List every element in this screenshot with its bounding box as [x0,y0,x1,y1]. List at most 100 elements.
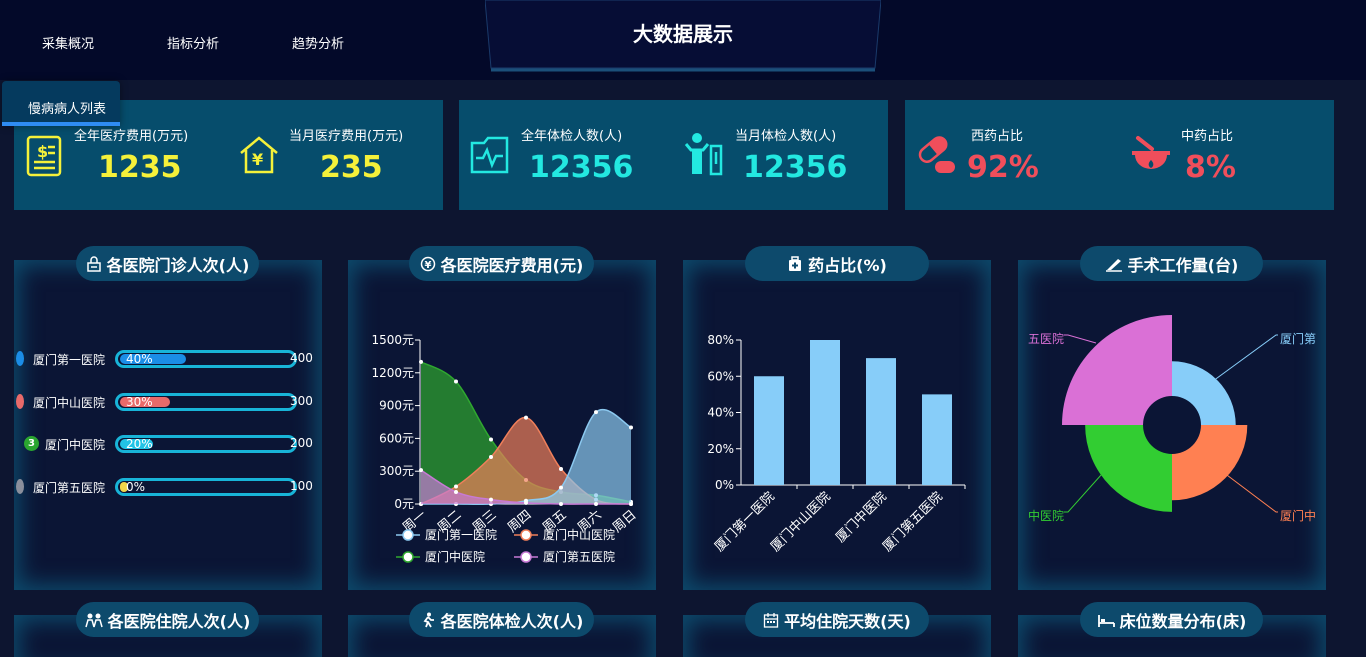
legend-label: 厦门第五医院 [543,549,615,564]
panel-title-checkup: 各医院体检人次(人) [409,602,594,637]
y-tick-label: 0% [715,478,734,492]
legend-marker [520,551,532,563]
data-point [559,467,563,472]
sector-label: 五医院 [1028,332,1064,346]
stat-value-chinese-ratio: 8% [1185,150,1236,185]
progress-track: 0% [115,478,297,497]
rose-sector [1085,425,1172,512]
y-tick-label: 0元 [394,497,414,511]
progress-percent: 40% [126,352,153,366]
data-point [594,410,598,415]
bar [754,376,784,485]
calendar-icon [764,612,779,628]
y-tick-label: 20% [707,442,734,456]
rank-badge: 3 [24,436,39,452]
panel-outpatient [14,260,322,590]
people-icon [84,613,103,627]
hospital-name: 厦门第一医院 [33,353,106,367]
x-tick-label: 厦门中山医院 [768,489,834,555]
data-point [489,497,493,502]
progress-track: 20% [115,435,297,454]
medkit-icon [789,255,802,271]
progress-track: 40% [115,350,297,368]
data-point [454,379,458,384]
legend-marker [402,529,414,541]
stat-label-month-cost: 当月医疗费用(万元) [289,129,404,144]
y-tick-label: 80% [707,333,734,347]
yen-circle-icon: ¥ [420,256,435,271]
walk-icon [423,612,434,627]
data-point [419,359,423,364]
nav-trend-analysis[interactable]: 趋势分析 [292,33,344,52]
legend-label: 厦门第一医院 [425,527,497,542]
svg-text:¥: ¥ [252,150,263,169]
rank-badge [16,393,24,409]
legend-marker [402,551,414,563]
hospital-name: 厦门第五医院 [33,481,106,496]
panel-title-checkup-text: 各医院体检人次(人) [440,611,584,631]
stat-value-annual-checkup: 12356 [529,150,634,185]
label-line [1064,334,1097,344]
bar [810,340,840,485]
outpatient-value: 400 [290,351,313,365]
y-tick-label: 40% [707,406,734,420]
rose-sector [1062,315,1172,425]
data-point [489,437,493,442]
panel-title-outpatient-text: 各医院门诊人次(人) [106,255,250,275]
drug-ratio-bar-chart: 0%20%40%60%80%厦门第一医院厦门中山医院 厦门中医院厦门第五医院 [707,333,966,555]
panel-title-avgdays: 平均住院天数(天) [745,602,929,637]
stat-label-annual-cost: 全年医疗费用(万元) [74,129,189,144]
progress-track: 30% [115,392,297,411]
mortar-icon [1132,136,1170,169]
nav-indicator-analysis[interactable]: 指标分析 [167,33,219,52]
outpatient-row: 厦门中山医院 30% 300 [14,392,314,412]
outpatient-value: 300 [290,393,313,408]
house-yen-icon: ¥ [240,136,278,174]
data-point [524,415,528,420]
panel-title-avgdays-text: 平均住院天数(天) [784,611,911,631]
panel-title-cost-text: 各医院医疗费用(元) [440,255,584,275]
sector-label: 厦门中 [1280,508,1316,523]
tab-chronic-patients[interactable]: 慢病病人列表 [2,81,120,126]
bar [866,358,896,485]
data-point [629,502,633,506]
sector-label: 中医院 [1028,508,1064,523]
y-tick-label: 60% [707,369,734,383]
bill-icon: $ [26,135,62,177]
panel-title-inpatient: 各医院住院人次(人) [76,602,259,637]
y-tick-label: 300元 [379,464,414,478]
lock-icon [86,255,101,272]
rose-sector [1172,425,1248,501]
stat-value-month-cost: 235 [320,150,383,185]
pill-icon [918,136,955,173]
bed-icon [1097,614,1115,627]
stat-value-month-checkup: 12356 [743,150,848,185]
svg-text:$: $ [37,142,48,161]
outpatient-row: 厦门第五医院 0% 100 [14,477,314,497]
medical-folder-icon [470,136,509,174]
progress-percent: 0% [126,480,146,495]
person-check-icon [684,133,723,176]
sector-label: 厦门第 [1280,331,1316,346]
rank-badge [16,479,24,495]
panel-title-surgery: 手术工作量(台) [1080,246,1263,281]
data-point [524,500,528,505]
y-tick-label: 600元 [379,431,414,445]
panel-title-inpatient-text: 各医院住院人次(人) [107,611,251,631]
stat-card-drugs: 西药占比 92% 中药占比 8% [905,100,1334,210]
nav-collection-overview[interactable]: 采集概况 [42,33,94,52]
data-point [559,485,563,490]
scalpel-icon [1105,258,1122,272]
stat-value-annual-cost: 1235 [98,150,182,185]
data-point [594,502,598,506]
outpatient-row: 厦门第一医院 40% 400 [14,349,314,369]
legend-label: 厦门中山医院 [543,527,615,542]
hospital-name: 厦门中医院 [45,438,106,453]
x-tick-label: 厦门中医院 [833,489,890,546]
data-point [559,502,563,506]
label-line [1064,464,1111,513]
y-tick-label: 900元 [379,399,414,413]
stat-label-month-checkup: 当月体检人数(人) [735,129,837,144]
rank-badge [16,351,24,366]
stat-value-western-ratio: 92% [967,150,1039,185]
